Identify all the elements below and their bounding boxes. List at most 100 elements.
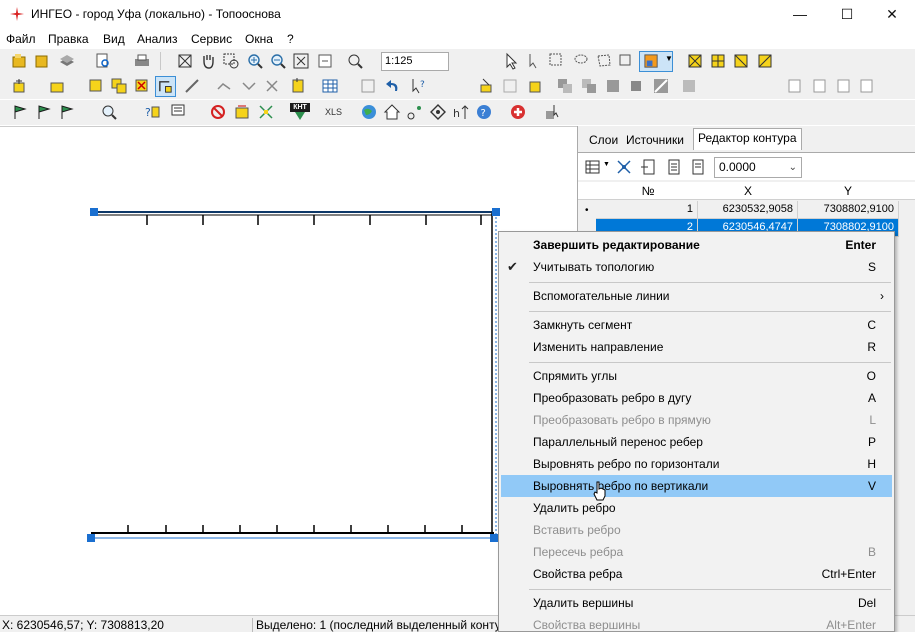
knt-button[interactable]: КНТ	[290, 103, 310, 121]
ungroup-icon[interactable]	[580, 77, 598, 95]
edit-object-icon[interactable]	[87, 77, 105, 95]
split-icon[interactable]	[215, 77, 233, 95]
menu-item-parallel-shift[interactable]: Параллельный перенос ребер P	[501, 431, 892, 453]
flag-1-icon[interactable]	[11, 103, 29, 121]
report-icon[interactable]	[170, 103, 188, 121]
node-tool-3-icon[interactable]	[732, 52, 750, 70]
maximize-button[interactable]: ☐	[824, 0, 870, 30]
menu-item-edge-properties[interactable]: Свойства ребра Ctrl+Enter	[501, 563, 892, 585]
menu-item-edge-to-line[interactable]: Преобразовать ребро в прямую L	[501, 409, 892, 431]
globe-icon[interactable]	[360, 103, 378, 121]
print-icon[interactable]	[133, 52, 151, 70]
node-tool-4-icon[interactable]	[756, 52, 774, 70]
rotate-icon[interactable]	[501, 77, 519, 95]
menu-file[interactable]: Файл	[6, 32, 36, 46]
medical-plus-icon[interactable]	[509, 103, 527, 121]
draw-line-icon[interactable]	[183, 77, 201, 95]
menu-item-helper-lines[interactable]: Вспомогательные линии ›	[501, 285, 892, 307]
layers-icon[interactable]	[58, 52, 76, 70]
menu-service[interactable]: Сервис	[191, 32, 232, 46]
height-icon[interactable]: h	[452, 103, 470, 121]
query-icon[interactable]: ?	[143, 103, 161, 121]
menu-item-intersect-edges[interactable]: Пересечь ребра B	[501, 541, 892, 563]
pointer-tool-icon[interactable]	[544, 103, 562, 121]
delete-object-icon[interactable]	[133, 77, 151, 95]
menu-item-delete-edge[interactable]: Удалить ребро	[501, 497, 892, 519]
menu-item-delete-vertices[interactable]: Удалить вершины Del	[501, 592, 892, 614]
select-rect-icon[interactable]	[548, 52, 566, 70]
grid-tool-icon[interactable]	[680, 77, 698, 95]
node-tool-1-icon[interactable]	[686, 52, 704, 70]
menu-item-vertex-properties[interactable]: Свойства вершины Alt+Enter	[501, 614, 892, 631]
full-extent-icon[interactable]	[176, 52, 194, 70]
magnifier-icon[interactable]	[100, 103, 118, 121]
menu-item-straighten-corners[interactable]: Спрямить углы O	[501, 365, 892, 387]
minimize-button[interactable]: —	[777, 0, 823, 30]
scale-object-icon[interactable]	[527, 77, 545, 95]
menu-edit[interactable]: Правка	[48, 32, 89, 46]
move-icon[interactable]	[359, 77, 377, 95]
prohibit-icon[interactable]	[209, 103, 227, 121]
chevron-down-icon[interactable]: ▼	[603, 161, 610, 168]
attribute-4-icon[interactable]	[857, 77, 875, 95]
scale-input[interactable]: 1:125	[381, 52, 449, 71]
table-view-icon[interactable]	[584, 158, 602, 176]
scale-icon[interactable]	[346, 52, 364, 70]
copy-coords-icon[interactable]	[665, 158, 683, 176]
group-icon[interactable]	[556, 77, 574, 95]
zoom-previous-icon[interactable]	[316, 52, 334, 70]
topology-icon[interactable]	[257, 103, 275, 121]
menu-item-change-direction[interactable]: Изменить направление R	[501, 336, 892, 358]
table-row[interactable]: • 1 6230532,9058 7308802,9100	[578, 201, 915, 219]
edit-attributes-icon[interactable]	[233, 103, 251, 121]
menu-analysis[interactable]: Анализ	[137, 32, 178, 46]
vertex-cross-icon[interactable]	[615, 158, 633, 176]
menu-item-edge-to-arc[interactable]: Преобразовать ребро в дугу A	[501, 387, 892, 409]
table-icon[interactable]	[321, 77, 339, 95]
menu-view[interactable]: Вид	[103, 32, 125, 46]
menu-item-insert-edge[interactable]: Вставить ребро	[501, 519, 892, 541]
select-polygon-icon[interactable]	[595, 52, 613, 70]
fit-window-icon[interactable]	[292, 52, 310, 70]
node-tool-2-icon[interactable]	[709, 52, 727, 70]
menu-item-align-horizontal[interactable]: Выровнять ребро по горизонтали H	[501, 453, 892, 475]
help-pointer-icon[interactable]: ?	[410, 77, 428, 95]
select-object-icon[interactable]	[617, 52, 635, 70]
select-node-icon[interactable]	[526, 52, 544, 70]
tab-sources[interactable]: Источники	[621, 130, 689, 150]
new-layer-object-icon[interactable]	[48, 77, 66, 95]
flag-3-icon[interactable]	[58, 103, 76, 121]
pan-hand-icon[interactable]	[199, 52, 217, 70]
select-lasso-icon[interactable]	[572, 52, 590, 70]
diamond-icon[interactable]	[429, 103, 447, 121]
select-arrow-icon[interactable]	[502, 52, 520, 70]
menu-help[interactable]: ?	[287, 32, 294, 46]
layers-open-icon[interactable]	[33, 52, 51, 70]
intersect-icon[interactable]	[627, 77, 645, 95]
insert-row-icon[interactable]	[640, 158, 658, 176]
zoom-out-icon[interactable]	[269, 52, 287, 70]
new-object-icon[interactable]	[11, 77, 29, 95]
edit-contour-toggle[interactable]	[155, 76, 176, 97]
menu-windows[interactable]: Окна	[245, 32, 273, 46]
tab-layers[interactable]: Слои	[584, 130, 623, 150]
home-icon[interactable]	[383, 103, 401, 121]
menu-item-use-topology[interactable]: ✔ Учитывать топологию S	[501, 256, 892, 278]
menu-item-align-vertical[interactable]: Выровнять ребро по вертикали V	[501, 475, 892, 497]
paste-object-icon[interactable]	[289, 77, 307, 95]
help-icon[interactable]: ?	[475, 103, 493, 121]
merge-icon[interactable]	[240, 77, 258, 95]
copy-object-icon[interactable]	[110, 77, 128, 95]
cut-icon[interactable]	[263, 77, 281, 95]
zoom-box-icon[interactable]	[222, 52, 240, 70]
slash-tool-icon[interactable]	[652, 77, 670, 95]
menu-item-finish-editing[interactable]: Завершить редактирование Enter	[501, 234, 892, 256]
menu-item-close-segment[interactable]: Замкнуть сегмент C	[501, 314, 892, 336]
map-canvas[interactable]	[0, 126, 577, 616]
route-icon[interactable]	[406, 103, 424, 121]
tab-contour-editor[interactable]: Редактор контура	[693, 128, 802, 150]
precision-select[interactable]: 0.0000 ⌄	[714, 157, 802, 178]
zoom-in-icon[interactable]	[246, 52, 264, 70]
attribute-1-icon[interactable]	[785, 77, 803, 95]
union-icon[interactable]	[604, 77, 622, 95]
